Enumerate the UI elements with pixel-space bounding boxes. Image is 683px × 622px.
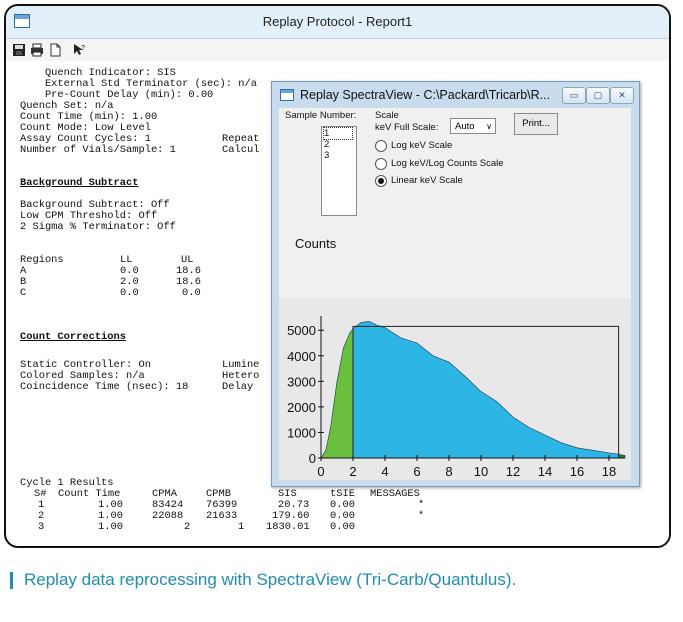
log-kev-radio[interactable] bbox=[375, 140, 387, 152]
chevron-down-icon: ∨ bbox=[486, 122, 492, 131]
y-tick-label: 5000 bbox=[287, 323, 316, 338]
counts-label: Counts bbox=[295, 236, 337, 251]
minimize-button[interactable]: ▭ bbox=[562, 87, 586, 104]
report-line: 2 Sigma % Terminator: Off bbox=[20, 221, 176, 233]
print-button[interactable]: Print... bbox=[514, 113, 558, 135]
spectraview-titlebar[interactable]: Replay SpectraView - C:\Packard\Tricarb\… bbox=[272, 82, 639, 108]
scale-label: Scale bbox=[375, 110, 399, 121]
sample-item[interactable]: 2 bbox=[324, 139, 352, 150]
y-tick-label: 3000 bbox=[287, 374, 316, 389]
window-title: Replay Protocol - Report1 bbox=[262, 14, 413, 29]
linear-kev-label: Linear keV Scale bbox=[391, 175, 463, 186]
save-icon[interactable] bbox=[12, 43, 26, 57]
help-pointer-icon[interactable]: ? bbox=[72, 43, 86, 57]
report-fragment: Calcul bbox=[222, 144, 260, 156]
maximize-button[interactable]: ▢ bbox=[586, 87, 610, 104]
x-tick-label: 14 bbox=[538, 464, 552, 479]
full-scale-label: keV Full Scale: bbox=[375, 122, 439, 133]
y-tick-label: 1000 bbox=[287, 425, 316, 440]
cycle-cell: 3 bbox=[38, 521, 45, 533]
spectrum-chart: 0 1000 2000 3000 4000 5000 0 2 4 6 8 10 12 14 16 18 bbox=[287, 316, 626, 479]
region-name: C bbox=[20, 287, 27, 299]
section-heading-corrections: Count Corrections bbox=[20, 331, 127, 343]
spectraview-body: Sample Number: 1 2 3 Scale keV Full Scal… bbox=[279, 108, 631, 480]
sample-item[interactable]: 3 bbox=[324, 150, 352, 161]
x-tick-label: 16 bbox=[570, 464, 584, 479]
print-icon[interactable] bbox=[30, 43, 44, 57]
report-line: Coincidence Time (nsec): 18 bbox=[20, 381, 189, 393]
log-kev-label: Log keV Scale bbox=[391, 140, 453, 151]
cycle-cell: 1 bbox=[238, 521, 245, 533]
series-area-1 bbox=[320, 328, 354, 459]
x-tick-label: 8 bbox=[445, 464, 452, 479]
sample-listbox[interactable]: 1 2 3 bbox=[321, 126, 357, 216]
spectraview-app-icon bbox=[280, 89, 294, 101]
sample-item[interactable]: 1 bbox=[323, 127, 353, 140]
cycle-cell: 22088 bbox=[152, 510, 184, 522]
cycle-cell: 1.00 bbox=[98, 521, 123, 533]
figure-caption: Replay data reprocessing with SpectraVie… bbox=[24, 570, 517, 589]
cycle-cell: 2 bbox=[184, 521, 191, 533]
y-tick-label: 2000 bbox=[287, 400, 316, 415]
spectraview-title: Replay SpectraView - C:\Packard\Tricarb\… bbox=[300, 88, 551, 102]
series-area-3 bbox=[618, 453, 626, 459]
x-tick-label: 0 bbox=[317, 464, 324, 479]
report-window: Replay Protocol - Report1 ? Quench Indic… bbox=[4, 4, 671, 548]
x-tick-label: 2 bbox=[349, 464, 356, 479]
plot-area: 0 1000 2000 3000 4000 5000 0 2 4 6 8 10 12 14 16 18 bbox=[279, 298, 631, 480]
window-titlebar[interactable]: Replay Protocol - Report1 bbox=[6, 6, 669, 39]
full-scale-select[interactable]: Auto ∨ bbox=[450, 118, 496, 134]
x-tick-label: 6 bbox=[413, 464, 420, 479]
cycle-cell: 0.00 bbox=[330, 521, 355, 533]
section-heading-background: Background Subtract bbox=[20, 177, 139, 189]
page-icon[interactable] bbox=[48, 43, 62, 57]
log-kev-log-counts-label: Log keV/Log Counts Scale bbox=[391, 158, 504, 169]
close-button[interactable]: ✕ bbox=[610, 87, 634, 104]
spectraview-window: Replay SpectraView - C:\Packard\Tricarb\… bbox=[271, 81, 640, 487]
cycle-header: MESSAGES bbox=[370, 488, 420, 500]
sample-number-label: Sample Number: bbox=[285, 110, 357, 121]
y-tick-label: 0 bbox=[309, 451, 316, 466]
svg-text:?: ? bbox=[81, 45, 85, 52]
caption-accent bbox=[10, 572, 13, 589]
regions-header: Regions bbox=[20, 254, 64, 266]
x-tick-label: 18 bbox=[602, 464, 616, 479]
report-line: Number of Vials/Sample: 1 bbox=[20, 144, 176, 156]
series-area-2 bbox=[352, 320, 619, 459]
cycle-cell: * bbox=[418, 510, 425, 522]
x-tick-label: 12 bbox=[506, 464, 520, 479]
report-fragment: Delay bbox=[222, 381, 260, 393]
full-scale-value: Auto bbox=[455, 121, 475, 132]
region-ll: 0.0 bbox=[120, 287, 139, 299]
cycle-cell: 21633 bbox=[206, 510, 238, 522]
region-ul: 0.0 bbox=[182, 287, 201, 299]
y-tick-label: 4000 bbox=[287, 349, 316, 364]
toolbar: ? bbox=[6, 39, 669, 61]
log-kev-log-counts-radio[interactable] bbox=[375, 158, 387, 170]
linear-kev-radio[interactable] bbox=[375, 175, 387, 187]
x-tick-label: 10 bbox=[474, 464, 488, 479]
cycle-cell: 1830.01 bbox=[266, 521, 310, 533]
x-tick-label: 4 bbox=[381, 464, 388, 479]
